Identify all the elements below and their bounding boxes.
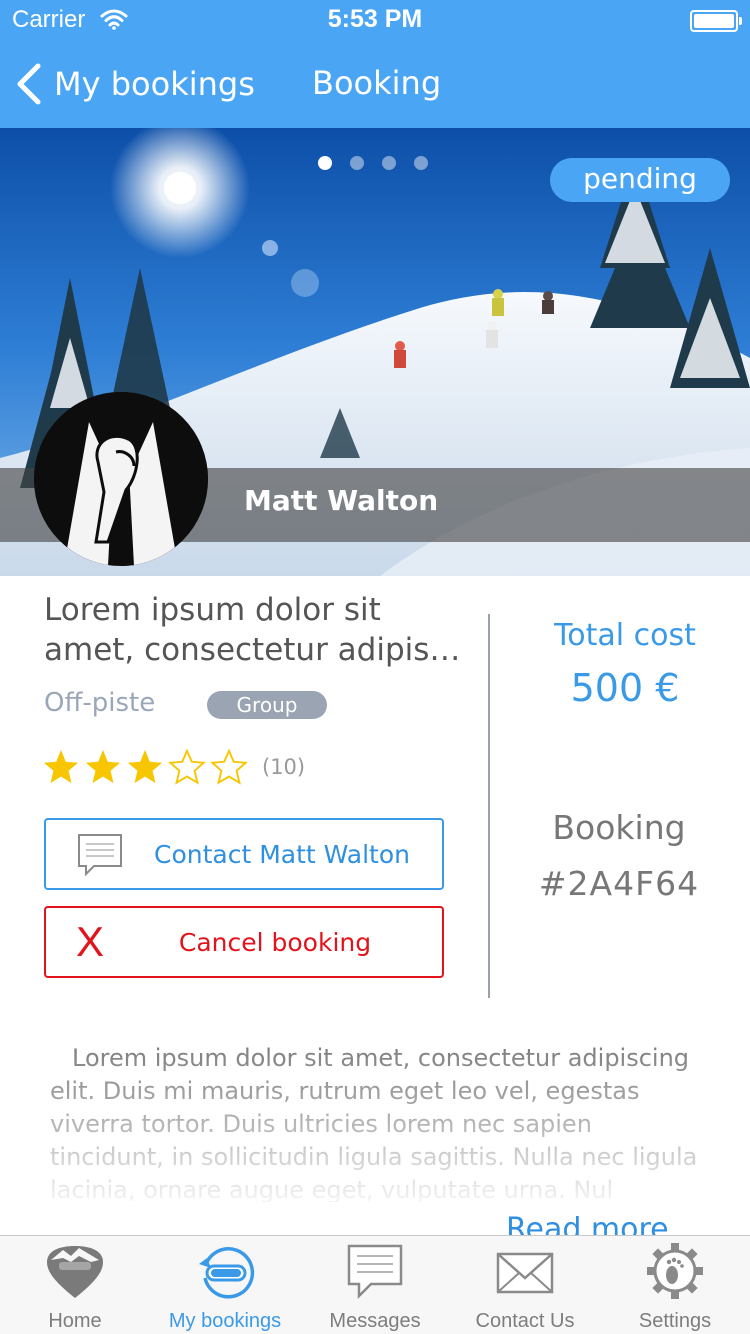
contact-host-label: Contact Matt Walton [154,839,410,869]
tab-label: Contact Us [475,1310,575,1332]
back-button[interactable]: My bookings [14,58,255,110]
total-cost-label: Total cost [554,618,696,653]
listing-title-line2: amet, consectetur adipiscing elit [44,632,474,668]
mountain-pin-icon [47,1246,103,1298]
pager-dot[interactable] [414,156,428,170]
envelope-icon [496,1252,554,1294]
status-badge: pending [550,158,730,202]
tab-label: Settings [638,1310,712,1332]
booking-label: Booking [552,808,686,847]
tab-home[interactable]: Home [0,1236,150,1334]
tab-messages[interactable]: Messages [300,1236,450,1334]
tab-contact-us[interactable]: Contact Us [450,1236,600,1334]
vertical-divider [488,614,490,998]
pager-dot[interactable] [318,156,332,170]
total-cost-value: 500 € [570,666,680,710]
cancel-booking-label: Cancel booking [178,927,372,957]
listing-title-line1: Lorem ipsum dolor sit [44,592,381,628]
avatar-image [34,392,208,566]
hero-carousel[interactable]: pending Matt Walton [0,128,750,576]
rating-stars: (10) [42,748,305,786]
listing-category: Off-piste [44,688,156,718]
page-title: Booking [312,64,442,102]
group-tag: Group [207,691,327,719]
host-name: Matt Walton [244,484,439,517]
pager-dot[interactable] [382,156,396,170]
tab-label: My bookings [168,1310,282,1332]
tab-label: Home [48,1310,102,1332]
status-time: 5:53 PM [327,5,423,33]
booking-id: #2A4F64 [538,864,700,903]
gear-icon [647,1243,703,1299]
star-empty-icon [210,748,248,785]
listing-title: Lorem ipsum dolor sit amet, consectetur … [44,590,474,670]
ski-goggles-icon [199,1247,255,1299]
star-filled-icon [43,749,79,784]
avatar[interactable] [34,392,208,566]
pager-dot[interactable] [350,156,364,170]
star-empty-icon [168,748,206,785]
chevron-left-icon [17,63,41,105]
tab-my-bookings[interactable]: My bookings [150,1236,300,1334]
battery-icon [690,10,742,32]
star-filled-icon [85,749,121,784]
message-bubble-icon [347,1244,403,1300]
back-label: My bookings [54,65,255,103]
cancel-booking-button[interactable]: X Cancel booking [44,906,444,978]
tab-bar: Home My bookings Messages Contact Us Set… [0,1235,750,1334]
tab-label: Messages [329,1310,421,1332]
tab-settings[interactable]: Settings [600,1236,750,1334]
carousel-pager [318,156,428,170]
top-bar: Carrier 5:53 PM My bookings Booking [0,0,750,128]
rating-count: (10) [262,755,306,779]
description-text: Lorem ipsum dolor sit amet, consectetur … [50,1044,698,1202]
contact-host-button[interactable]: Contact Matt Walton [44,818,444,890]
star-filled-icon [127,749,163,784]
